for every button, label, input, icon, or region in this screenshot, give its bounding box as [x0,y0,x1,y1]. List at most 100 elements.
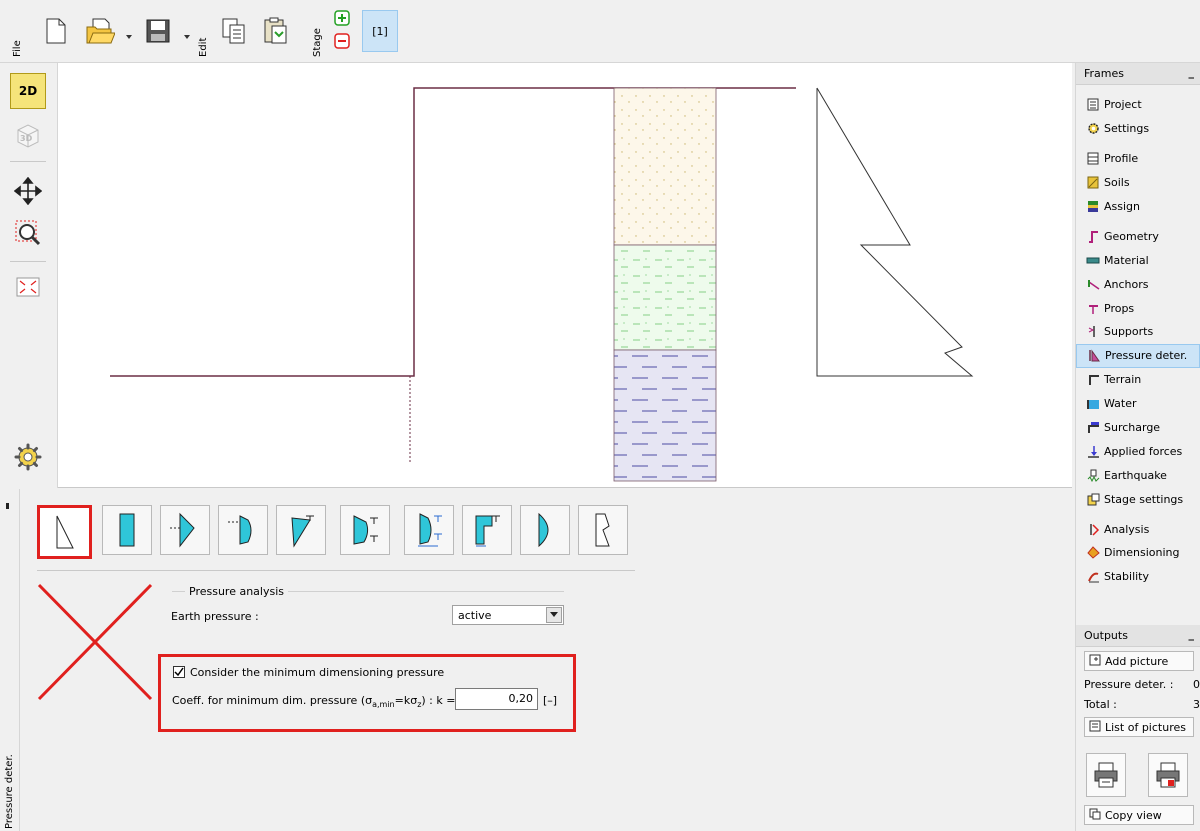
frame-item-props[interactable]: Props [1076,296,1200,320]
frame-item-soils[interactable]: Soils [1076,171,1200,195]
frame-item-stage-settings[interactable]: Stage settings [1076,487,1200,511]
material-icon [1086,253,1100,267]
trapezoid-pressure-icon [228,515,252,545]
frames-minimize-button[interactable]: _ [1189,62,1195,84]
outputs-panel: Outputs _ Add picture Pressure deter. : … [1076,625,1200,825]
stage-1-button[interactable]: [1] [362,10,398,52]
output-total-row: Total : 3 [1076,695,1200,715]
frame-item-label: Props [1104,301,1135,315]
pressure-type-custom-button[interactable] [578,505,628,555]
pressure-type-apex-button[interactable] [160,505,210,555]
divider [37,570,635,571]
zoom-window-button[interactable] [10,215,46,251]
print-button[interactable] [1086,753,1126,797]
drawing-canvas[interactable] [58,63,1072,488]
soil-layer-1 [613,87,717,246]
new-file-button[interactable] [36,10,76,52]
pressure-type-braced-button[interactable] [404,505,454,555]
frame-item-assign[interactable]: Assign [1076,195,1200,219]
frame-item-settings[interactable]: Settings [1076,117,1200,141]
surcharge-icon [1086,421,1100,435]
remove-stage-button[interactable] [334,33,352,51]
pressure-type-two-props-button[interactable] [340,505,390,555]
frame-item-label: Dimensioning [1104,546,1180,560]
frame-item-label: Project [1104,98,1142,112]
printer-icon [1094,762,1118,788]
new-document-icon [46,18,66,44]
min-pressure-checkbox[interactable] [173,666,185,678]
pressure-type-stepped-button[interactable] [462,505,512,555]
save-file-button[interactable] [138,10,178,52]
coeff-k-input[interactable]: 0,20 [455,688,538,710]
pressure-deter-count-value: 0 [1193,678,1200,691]
frame-item-dimensioning[interactable]: Dimensioning [1076,541,1200,565]
view-3d-button[interactable]: 3D [10,117,46,153]
open-dropdown-arrow[interactable] [126,35,132,39]
frame-item-applied-forces[interactable]: Applied forces [1076,439,1200,463]
file-menu-label[interactable]: File [12,40,23,57]
frame-item-project[interactable]: Project [1076,93,1200,117]
add-picture-button[interactable]: Add picture [1084,651,1194,671]
zoom-extents-button[interactable] [10,269,46,305]
frame-item-stability[interactable]: Stability [1076,565,1200,589]
frame-item-pressure-deter[interactable]: Pressure deter. [1076,343,1200,368]
outputs-minimize-button[interactable]: _ [1189,624,1195,646]
pressure-icon [1087,349,1101,363]
frame-item-geometry[interactable]: Geometry [1076,224,1200,248]
divider [10,161,46,162]
frame-item-terrain[interactable]: Terrain [1076,368,1200,392]
save-floppy-icon [146,19,170,43]
prop-apex-pressure-icon [291,515,314,548]
add-picture-label: Add picture [1105,654,1169,668]
stage-menu-label[interactable]: Stage [312,28,323,57]
printer-preview-icon [1156,762,1180,788]
pressure-type-parabolic-button[interactable] [520,505,570,555]
paste-data-button[interactable] [256,10,296,52]
copy-data-button[interactable] [214,10,254,52]
checkmark-icon [174,667,184,677]
braced-pressure-icon [418,513,442,547]
print-preview-button[interactable] [1148,753,1188,797]
frame-item-anchors[interactable]: Anchors [1076,272,1200,296]
save-dropdown-arrow[interactable] [184,35,190,39]
copy-view-button[interactable]: Copy view [1084,805,1194,825]
panel-pin-icon[interactable] [6,503,9,509]
view-2d-button[interactable]: 2D [10,73,46,109]
pressure-type-prop-apex-button[interactable] [276,505,326,555]
frame-item-water[interactable]: Water [1076,392,1200,416]
drawing-settings-button[interactable] [10,439,46,475]
frame-item-material[interactable]: Material [1076,248,1200,272]
frame-item-label: Stability [1104,570,1150,584]
select-dropdown-button[interactable] [546,607,562,623]
frame-item-earthquake[interactable]: Earthquake [1076,463,1200,487]
panel-side-tab[interactable]: Pressure deter. [0,489,20,831]
edit-menu-label[interactable]: Edit [198,38,209,57]
frame-item-analysis[interactable]: Analysis [1076,517,1200,541]
stage-1-label: [1] [372,24,388,38]
earth-pressure-select[interactable]: active [452,605,564,625]
pressure-type-triangle-button[interactable] [37,505,92,559]
frame-item-label: Earthquake [1104,468,1167,482]
pan-button[interactable] [10,173,46,209]
dimensioning-icon [1086,546,1100,560]
apex-pressure-icon [170,512,195,548]
terrain-icon [1086,373,1100,387]
water-icon [1086,397,1100,411]
list-of-pictures-button[interactable]: List of pictures [1084,717,1194,737]
soil-layer-2 [613,244,717,351]
plus-icon [334,10,350,26]
frame-item-profile[interactable]: Profile [1076,147,1200,171]
add-stage-button[interactable] [334,10,352,28]
open-file-button[interactable] [80,10,120,52]
outputs-header: Outputs _ [1076,625,1200,647]
sheeting-wall-drawing [110,87,974,482]
frame-item-supports[interactable]: Supports [1076,320,1200,344]
gear-icon [14,443,42,471]
frame-item-label: Anchors [1104,277,1149,291]
parabolic-pressure-icon [538,512,549,548]
frame-item-surcharge[interactable]: Surcharge [1076,416,1200,440]
cube-3d-icon: 3D [17,124,39,148]
copy-view-icon [1089,808,1101,823]
pressure-type-trapezoid-button[interactable] [218,505,268,555]
pressure-type-uniform-button[interactable] [102,505,152,555]
